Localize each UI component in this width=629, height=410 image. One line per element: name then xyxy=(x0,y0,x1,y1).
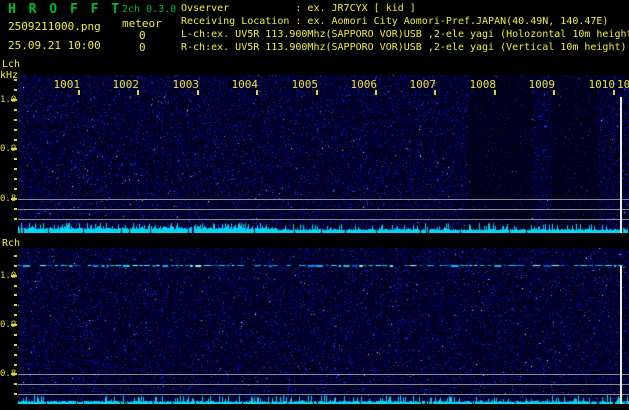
rch-freq-tick xyxy=(14,285,17,287)
time-axis-label: 1008 xyxy=(464,78,496,91)
lch-freq-tick xyxy=(14,79,17,81)
rch-spectrogram xyxy=(18,248,629,404)
lch-channel-label: Lch xyxy=(2,59,20,70)
lch-freq-tick xyxy=(14,89,17,91)
time-axis-tick xyxy=(613,90,615,95)
lch-freq-tick xyxy=(14,218,17,220)
rch-freq-label: 0.9 xyxy=(0,320,16,330)
observer-line: Ovserver : ex. JR7CYX [ kid ] xyxy=(181,2,629,15)
time-axis-tick xyxy=(375,90,377,95)
lch-freq-label: 0.9 xyxy=(0,144,16,154)
lch-freq-tick xyxy=(14,188,17,190)
time-axis-label: 1001 xyxy=(48,78,80,91)
lch-cursor-line xyxy=(620,97,622,233)
lch-freq-label: 1.0 xyxy=(0,95,16,105)
time-axis-label: 1010 xyxy=(583,78,615,91)
time-axis-tick xyxy=(316,90,318,95)
lch-freq-tick xyxy=(14,129,17,131)
lch-freq-tick xyxy=(14,158,17,160)
time-axis-label: 1006 xyxy=(345,78,377,91)
rch-freq-tick xyxy=(14,364,17,366)
rch-freq-tick xyxy=(14,334,17,336)
lch-freq-tick xyxy=(14,139,17,141)
lch-setup-line: L-ch:ex. UV5R 113.900Mhz(SAPPORO VOR)USB… xyxy=(181,28,629,41)
rch-freq-tick xyxy=(14,294,17,296)
time-axis-tick xyxy=(553,90,555,95)
lch-freq-tick xyxy=(14,178,17,180)
lch-freq-tick xyxy=(14,119,17,121)
meteor-count-bottom: 0 xyxy=(139,41,146,54)
rch-freq-tick xyxy=(14,265,17,267)
time-axis-tick xyxy=(78,90,80,95)
time-axis-tick xyxy=(256,90,258,95)
rch-freq-tick xyxy=(14,393,17,395)
rch-freq-tick xyxy=(14,344,17,346)
rch-freq-tick xyxy=(14,354,17,356)
time-axis-label: 1007 xyxy=(404,78,436,91)
rch-freq-tick xyxy=(14,255,17,257)
time-axis-tick xyxy=(137,90,139,95)
rch-reference-line xyxy=(18,374,629,375)
rch-reference-line xyxy=(18,394,629,395)
rch-freq-tick xyxy=(14,314,17,316)
hrofft-screen: H R O F F T 2ch 0.3.0 2509211000.png met… xyxy=(0,0,629,410)
time-axis-label: 1002 xyxy=(107,78,139,91)
time-axis-label: 1005 xyxy=(286,78,318,91)
output-filename: 2509211000.png xyxy=(8,20,101,33)
location-line: Receiving Location : ex. Aomori City Aom… xyxy=(181,15,629,28)
lch-freq-tick xyxy=(14,168,17,170)
datetime-label: 25.09.21 10:00 xyxy=(8,39,101,52)
rch-reference-line xyxy=(18,384,629,385)
lch-freq-tick xyxy=(14,208,17,210)
rch-freq-tick xyxy=(14,304,17,306)
time-axis-tick xyxy=(494,90,496,95)
time-axis-label: 1004 xyxy=(226,78,258,91)
lch-reference-line xyxy=(18,199,629,200)
time-axis-label: 1009 xyxy=(523,78,555,91)
lch-reference-line xyxy=(18,219,629,220)
lch-freq-label: 0.8 xyxy=(0,194,16,204)
time-axis-tick xyxy=(197,90,199,95)
rch-freq-label: 1.0 xyxy=(0,271,16,281)
rch-freq-label: 0.8 xyxy=(0,369,16,379)
mode-version-label: 2ch 0.3.0 xyxy=(122,4,176,15)
station-info-block: Ovserver : ex. JR7CYX [ kid ] Receiving … xyxy=(181,2,629,54)
rch-channel-label: Rch xyxy=(2,238,20,249)
rch-cursor-line xyxy=(620,266,622,404)
time-axis-label-clipped: 1011 xyxy=(617,78,629,91)
rch-setup-line: R-ch:ex. UV5R 113.900Mhz(SAPPORO VOR)USB… xyxy=(181,41,629,54)
time-axis-label: 1003 xyxy=(167,78,199,91)
lch-reference-line xyxy=(18,209,629,210)
time-axis-tick xyxy=(434,90,436,95)
lch-freq-tick xyxy=(14,109,17,111)
app-title: H R O F F T xyxy=(8,2,122,17)
rch-freq-tick xyxy=(14,383,17,385)
